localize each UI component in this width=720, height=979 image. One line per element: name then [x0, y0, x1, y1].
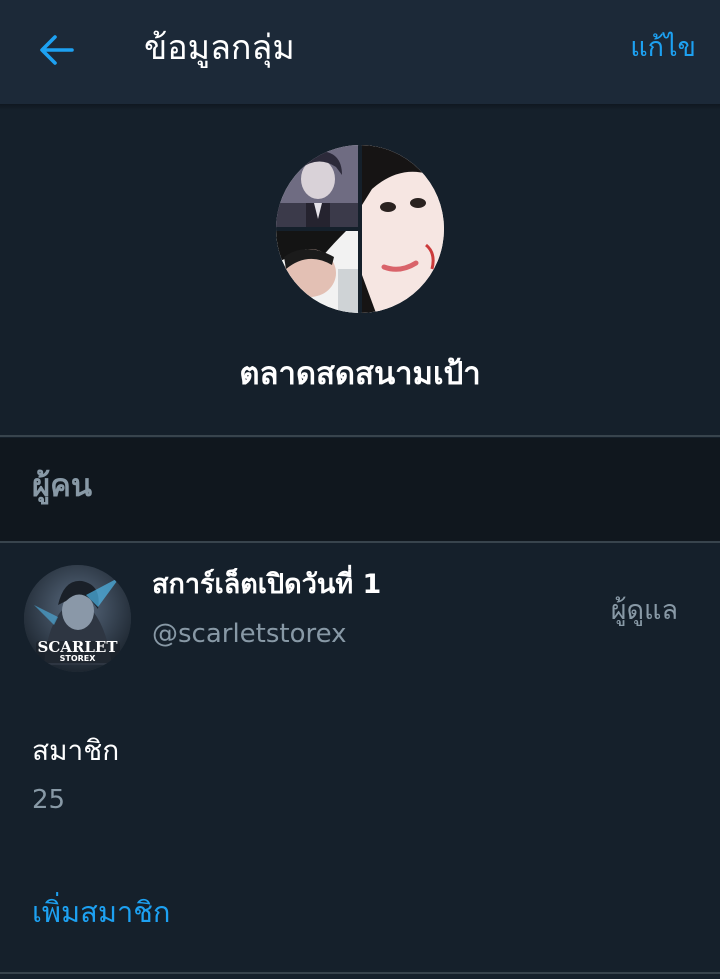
page-title: ข้อมูลกลุ่ม	[144, 28, 295, 68]
back-button[interactable]	[34, 30, 78, 70]
avatar-logo-text-storex: STOREX	[59, 654, 96, 663]
group-avatar[interactable]	[276, 145, 444, 313]
divider	[0, 972, 720, 974]
group-name: ตลาดสดสนามเป้า	[239, 356, 481, 392]
members-count: 25	[32, 785, 66, 815]
divider	[0, 435, 720, 437]
people-section-title: ผู้คน	[32, 468, 93, 504]
edit-button[interactable]: แก้ไข	[630, 30, 696, 66]
people-section-header: ผู้คน	[0, 438, 720, 541]
member-display-name: สการ์เล็ตเปิดวันที่ 1	[152, 569, 382, 600]
arrow-left-icon	[40, 35, 74, 65]
member-avatar[interactable]: SCARLET STOREX	[24, 565, 131, 672]
member-row[interactable]: SCARLET STOREX สการ์เล็ตเปิดวันที่ 1 @sc…	[0, 543, 720, 693]
member-role-badge: ผู้ดูแล	[610, 595, 678, 626]
header-shadow	[0, 104, 720, 110]
top-app-bar: ข้อมูลกลุ่ม แก้ไข	[0, 0, 720, 104]
group-avatar-collage	[276, 145, 444, 313]
member-handle: @scarletstorex	[152, 619, 347, 649]
members-label: สมาชิก	[32, 734, 120, 767]
avatar-logo-text-scarlet: SCARLET	[37, 638, 118, 656]
add-members-button[interactable]: เพิ่มสมาชิก	[32, 890, 171, 934]
